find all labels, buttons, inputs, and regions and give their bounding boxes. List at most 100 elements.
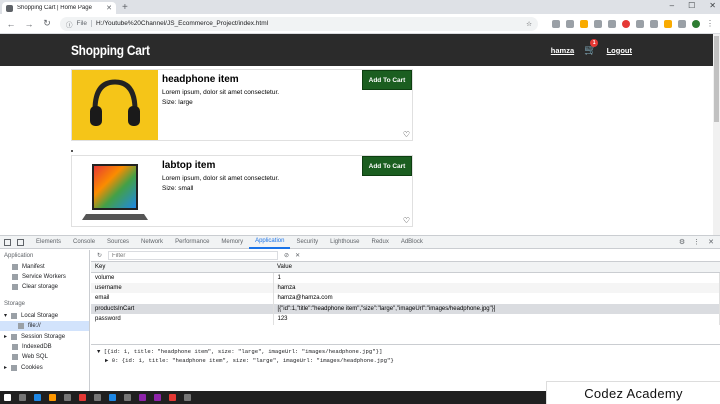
username-link[interactable]: hamza [551,46,574,55]
extension-icon[interactable] [552,19,560,28]
extension-icons: ⋮ [552,19,714,28]
info-icon[interactable]: ⓘ [66,19,73,29]
forward-icon[interactable]: → [24,19,34,29]
sidebar-item-indexeddb[interactable]: IndexedDB [0,342,89,352]
table-row-selected[interactable]: productsInCart [{"id":1,"title":"headphon… [91,303,720,314]
profile-avatar[interactable] [692,19,700,28]
sidebar-item-local-storage[interactable]: ▾ Local Storage [0,310,89,321]
cart-icon[interactable]: 🛒 1 [584,38,599,56]
app-icon[interactable] [169,394,176,401]
app-icon[interactable] [94,394,101,401]
sidebar-item-clear-storage[interactable]: Clear storage [0,282,89,292]
extensions-puzzle-icon[interactable] [678,19,686,28]
row-key: username [91,282,274,293]
bookmark-star-icon[interactable]: ☆ [526,20,532,28]
sidebar-item-label: Local Storage [21,312,59,319]
url-text[interactable]: H:/Youtube%20Channel/JS_Ecommerce_Projec… [96,20,268,27]
extension-icon[interactable] [650,19,658,28]
row-value: [{"id":1,"title":"headphone item","size"… [273,303,720,314]
refresh-icon[interactable]: ↻ [97,252,102,259]
tab-security[interactable]: Security [290,236,324,249]
close-window-icon[interactable]: ✕ [709,1,716,10]
device-toolbar-icon[interactable] [17,238,24,246]
table-row[interactable]: email hamza@hamza.com [91,293,720,304]
tab-memory[interactable]: Memory [215,236,249,249]
vscode-icon[interactable] [109,394,116,401]
logout-link[interactable]: Logout [607,46,632,55]
extension-icon[interactable] [580,19,588,28]
settings-gear-icon[interactable]: ⚙ [679,238,685,246]
new-tab-icon[interactable]: + [122,2,128,13]
tab-adblock[interactable]: AdBlock [395,236,429,249]
inspect-icon[interactable] [4,238,11,246]
table-row[interactable]: volume 1 [91,272,720,283]
delete-selected-icon[interactable]: ✕ [295,252,300,259]
database-icon [12,354,18,360]
page-scrollbar[interactable] [713,34,720,235]
app-icon[interactable] [184,394,191,401]
file-explorer-icon[interactable] [49,394,56,401]
site-brand[interactable]: Shopping Cart [71,42,150,58]
maximize-icon[interactable]: ☐ [688,1,695,10]
browser-tab[interactable]: Shopping Cart | Home Page ✕ [2,2,116,14]
reload-icon[interactable]: ↻ [42,18,52,29]
after-effects-icon[interactable] [154,394,161,401]
windows-start-icon[interactable] [4,394,11,401]
extension-icon[interactable] [594,19,602,28]
sidebar-item-cookies[interactable]: ▸ Cookies [0,362,89,373]
tab-console[interactable]: Console [67,236,101,249]
edge-icon[interactable] [34,394,41,401]
devtools-tabs: Elements Console Sources Network Perform… [0,236,720,249]
table-row[interactable]: username hamza [91,282,720,293]
extension-icon[interactable] [608,19,616,28]
sidebar-item-manifest[interactable]: Manifest [0,262,89,272]
tab-lighthouse[interactable]: Lighthouse [324,236,365,249]
column-header-value[interactable]: Value [273,262,720,273]
tab-performance[interactable]: Performance [169,236,215,249]
sidebar-item-session-storage[interactable]: ▸ Session Storage [0,331,89,342]
row-value: 1 [273,272,720,283]
add-to-cart-button[interactable]: Add To Cart [362,156,412,176]
premiere-icon[interactable] [139,394,146,401]
heart-icon[interactable]: ♡ [403,130,410,139]
firefox-icon[interactable] [79,394,86,401]
sidebar-item-file[interactable]: file:// [0,321,89,331]
devtools-menu-icon[interactable]: ⋮ [693,238,700,246]
address-bar[interactable]: ⓘ File H:/Youtube%20Channel/JS_Ecommerce… [60,16,538,31]
collapse-arrow-icon[interactable]: ▸ [4,364,7,371]
expand-arrow-icon[interactable]: ▾ [4,312,7,319]
tab-network[interactable]: Network [135,236,169,249]
search-icon[interactable] [19,394,26,401]
preview-line[interactable]: ▼ [{id: 1, title: "headphone item", size… [97,348,714,355]
extension-icon[interactable] [664,19,672,28]
close-devtools-icon[interactable]: ✕ [708,238,714,246]
extension-icon[interactable] [566,19,574,28]
tab-application[interactable]: Application [249,236,291,249]
page-viewport: Shopping Cart hamza 🛒 1 Logout headphone … [0,34,713,235]
tab-sources[interactable]: Sources [101,236,135,249]
chrome-icon[interactable] [64,394,71,401]
tab-title: Shopping Cart | Home Page [17,5,92,11]
preview-line[interactable]: ▶ 0: {id: 1, title: "headphone item", si… [97,357,714,364]
add-to-cart-button[interactable]: Add To Cart [362,70,412,90]
extension-icon[interactable] [622,19,630,28]
app-icon[interactable] [124,394,131,401]
scrollbar-thumb[interactable] [714,36,719,122]
heart-icon[interactable]: ♡ [403,216,410,225]
minimize-icon[interactable]: – [670,1,674,10]
extension-icon[interactable] [636,19,644,28]
browser-toolbar: ← → ↻ ⓘ File H:/Youtube%20Channel/JS_Eco… [0,14,720,34]
tab-redux[interactable]: Redux [366,236,395,249]
tab-elements[interactable]: Elements [30,236,67,249]
sidebar-item-service-workers[interactable]: Service Workers [0,272,89,282]
table-row[interactable]: password 123 [91,314,720,325]
filter-input[interactable] [108,251,279,260]
column-header-key[interactable]: Key [91,262,273,273]
browser-menu-icon[interactable]: ⋮ [706,19,714,28]
cookie-icon [11,364,18,371]
back-icon[interactable]: ← [6,19,16,29]
sidebar-item-web-sql[interactable]: Web SQL [0,352,89,362]
close-tab-icon[interactable]: ✕ [106,4,112,12]
clear-all-icon[interactable]: ⊘ [284,252,289,259]
collapse-arrow-icon[interactable]: ▸ [4,333,7,340]
